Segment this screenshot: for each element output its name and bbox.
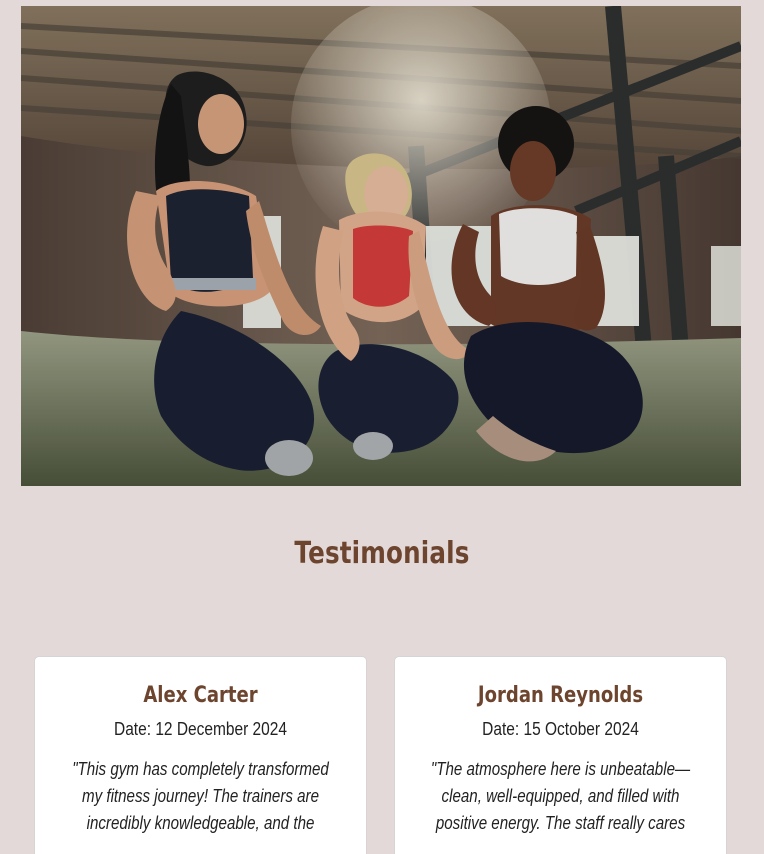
testimonial-date: Date: 15 October 2024 — [482, 719, 639, 739]
testimonial-card-alex-carter: Alex Carter Date: 12 December 2024 "This… — [34, 656, 367, 854]
testimonials-grid: Alex Carter Date: 12 December 2024 "This… — [34, 656, 728, 854]
testimonial-date: Date: 12 December 2024 — [114, 719, 287, 739]
hero-image — [21, 6, 741, 486]
gym-photo-illustration — [21, 6, 741, 486]
testimonials-title: Testimonials — [294, 536, 470, 571]
testimonial-quote: "This gym has completely transformed my … — [72, 759, 329, 833]
testimonial-card-jordan-reynolds: Jordan Reynolds Date: 15 October 2024 "T… — [394, 656, 727, 854]
testimonial-quote: "The atmosphere here is unbeatable—clean… — [430, 759, 691, 833]
testimonial-author: Jordan Reynolds — [477, 683, 644, 708]
landing-page: Testimonials Alex Carter Date: 12 Decemb… — [0, 0, 764, 854]
testimonial-author: Alex Carter — [143, 683, 258, 708]
